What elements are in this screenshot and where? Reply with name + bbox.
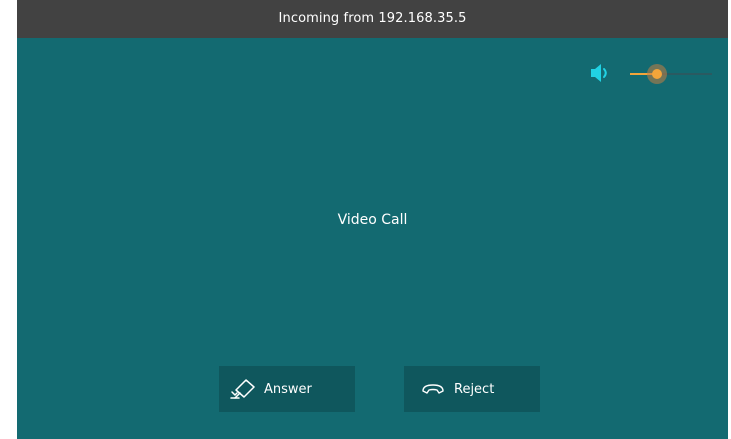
- volume-slider-thumb[interactable]: [652, 69, 662, 79]
- volume-control: [590, 60, 713, 88]
- answer-label: Answer: [264, 381, 312, 397]
- speaker-icon[interactable]: [590, 63, 612, 83]
- reject-button[interactable]: Reject: [404, 366, 540, 412]
- call-type-label: Video Call: [337, 212, 408, 228]
- volume-slider[interactable]: [630, 64, 712, 84]
- window-title: Incoming from 192.168.35.5: [17, 0, 728, 38]
- phone-hangup-icon: [421, 382, 445, 396]
- camera-icon: [229, 378, 255, 400]
- answer-button[interactable]: Answer: [219, 366, 355, 412]
- incoming-call-screen: Incoming from 192.168.35.5 Video Call An…: [17, 0, 728, 439]
- reject-label: Reject: [454, 381, 495, 397]
